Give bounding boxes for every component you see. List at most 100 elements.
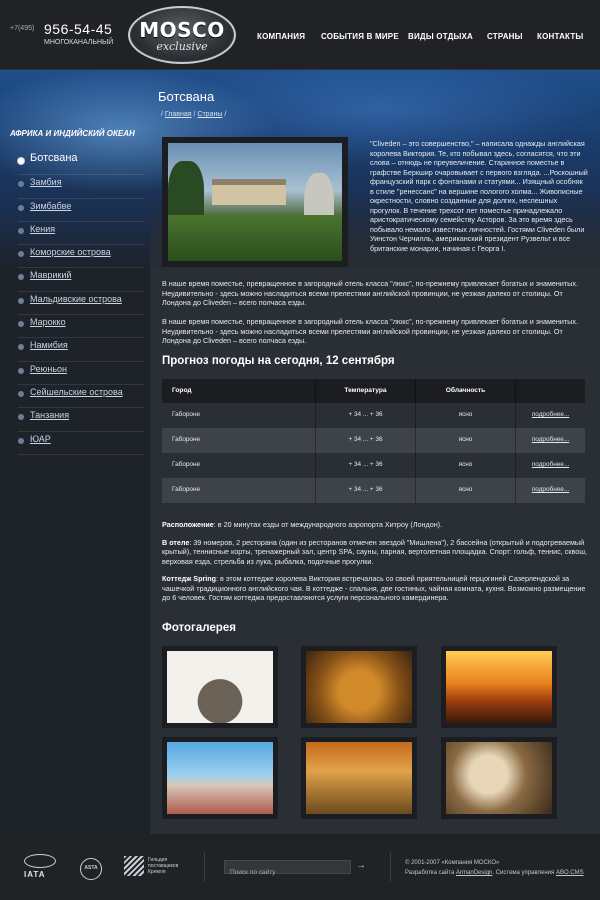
gallery-item-giraffes[interactable]	[441, 646, 557, 728]
iata-logo[interactable]: IATA	[24, 854, 56, 879]
page-title: Ботсвана	[158, 89, 215, 104]
cell-clouds: ясно	[415, 428, 515, 453]
details-link[interactable]: подробнее...	[532, 436, 569, 443]
sidebar-item-label: Сейшельские острова	[30, 386, 123, 397]
table-row: Габороне + 34 ... + 36 ясно подробнее...	[162, 453, 585, 478]
sidebar-item-reunion[interactable]: Реюньон	[18, 362, 144, 385]
iata-text: IATA	[24, 870, 46, 879]
breadcrumb-countries[interactable]: Страны	[197, 111, 222, 118]
photo-lawn	[168, 215, 342, 261]
gallery-image	[306, 651, 412, 723]
cell-clouds: ясно	[415, 453, 515, 478]
gallery-image	[167, 651, 273, 723]
gallery-item-lion[interactable]	[301, 646, 417, 728]
gallery-image	[446, 742, 552, 814]
cell-city: Габороне	[172, 436, 201, 443]
hotel-text: : 39 номеров, 2 ресторана (один из ресто…	[162, 537, 587, 566]
sidebar-item-morocco[interactable]: Марокко	[18, 315, 144, 339]
bullet-icon	[18, 227, 24, 234]
sidebar-item-seychelles[interactable]: Сейшельские острова	[18, 385, 144, 409]
paragraph-2: В наше время поместье, превращенное в за…	[162, 317, 578, 345]
sidebar-item-zimbabwe[interactable]: Зимбабве	[18, 199, 144, 222]
details-link[interactable]: подробнее...	[532, 411, 569, 418]
nav-vacation-types[interactable]: ВИДЫ ОТДЫХА	[408, 32, 473, 41]
cell-temp: + 34 ... + 36	[315, 453, 415, 478]
paragraph-1: В наше время поместье, превращенное в за…	[162, 279, 578, 307]
sidebar-item-label: Коморские острова	[30, 247, 111, 258]
cell-city: Габороне	[172, 411, 201, 418]
sidebar-item-zambia[interactable]: Замбия	[18, 175, 144, 199]
bullet-icon	[18, 158, 24, 164]
search-input[interactable]	[225, 866, 350, 879]
sidebar-country-list: Ботсвана Замбия Зимбабве Кения Коморские…	[18, 152, 144, 455]
sidebar-item-label: Замбия	[30, 177, 62, 188]
cottage-label: Коттедж Spring	[162, 574, 217, 583]
bullet-icon	[18, 204, 24, 211]
cell-clouds: ясно	[415, 403, 515, 428]
asta-logo[interactable]: ASTA	[80, 858, 102, 880]
sidebar-item-label: Кения	[30, 223, 56, 234]
phone-note: МНОГОКАНАЛЬНЫЙ	[44, 39, 114, 46]
developer-line: Разработка сайта ArmanDesign. Система уп…	[405, 868, 584, 878]
nav-contacts[interactable]: КОНТАКТЫ	[537, 32, 583, 41]
cms-link[interactable]: ABO.CMS	[556, 870, 584, 876]
bullet-icon	[18, 437, 24, 444]
sidebar-item-south-africa[interactable]: ЮАР	[18, 432, 144, 455]
intro-text: "Cliveden – это совершенство," – написал…	[370, 139, 588, 253]
hotel-paragraph: В отеле: 39 номеров, 2 ресторана (один и…	[162, 538, 592, 567]
site-header: +7(495) 956-54-45 МНОГОКАНАЛЬНЫЙ MOSCO e…	[0, 0, 600, 70]
cell-temp: + 34 ... + 36	[315, 403, 415, 428]
cms-prefix: . Система управления	[492, 870, 555, 876]
bullet-icon	[18, 321, 24, 328]
nav-world-events[interactable]: СОБЫТИЯ В МИРЕ	[321, 32, 399, 41]
copyright-text: © 2001-2007 «Компания МОСКО»	[405, 860, 500, 866]
sidebar-item-mauritius[interactable]: Маврикий	[18, 268, 144, 292]
breadcrumb-home[interactable]: Главная	[165, 111, 192, 118]
sidebar-item-label: Ботсвана	[30, 152, 78, 164]
breadcrumb-separator: /	[224, 111, 227, 118]
details-link[interactable]: подробнее...	[532, 461, 569, 468]
gallery-item-rhino[interactable]	[162, 737, 278, 819]
details-link[interactable]: подробнее...	[532, 486, 569, 493]
sidebar-item-maldives[interactable]: Мальдивские острова	[18, 292, 144, 316]
hotel-photo[interactable]	[168, 143, 342, 261]
breadcrumb: / Главная / Страны /	[161, 111, 226, 118]
sidebar-item-label: Зимбабве	[30, 200, 72, 211]
hotel-label: В отеле	[162, 537, 190, 547]
gallery-item-leopards[interactable]	[301, 737, 417, 819]
cell-temp: + 34 ... + 36	[315, 428, 415, 453]
sidebar-item-namibia[interactable]: Намибия	[18, 338, 144, 362]
kremlin-guild-icon	[124, 856, 144, 876]
cell-link-wrap: подробнее...	[515, 478, 585, 503]
sidebar-item-label: Марокко	[30, 317, 66, 328]
cell-city: Габороне	[172, 461, 201, 468]
globe-icon	[24, 854, 56, 868]
col-clouds: Облачность	[415, 379, 515, 403]
nav-countries[interactable]: СТРАНЫ	[487, 32, 523, 41]
sidebar-item-tanzania[interactable]: Танзания	[18, 408, 144, 432]
cell-city: Габороне	[172, 486, 201, 493]
photo-mansion	[212, 179, 286, 205]
col-link	[515, 379, 585, 403]
table-row: Габороне + 34 ... + 36 ясно подробнее...	[162, 428, 585, 453]
gallery-item-elephants[interactable]	[162, 646, 278, 728]
cottage-text: : в этом коттедже королева Виктория встр…	[162, 574, 586, 602]
search-submit-arrow-icon[interactable]: →	[356, 860, 366, 871]
hotel-photo-frame	[162, 137, 348, 267]
developer-link[interactable]: ArmanDesign	[456, 870, 492, 876]
site-logo[interactable]: MOSCO exclusive	[128, 6, 236, 64]
cottage-paragraph: Коттедж Spring: в этом коттедже королева…	[162, 574, 592, 603]
bullet-icon	[18, 344, 24, 351]
gallery-item-cubs[interactable]	[441, 737, 557, 819]
dev-prefix: Разработка сайта	[405, 870, 455, 876]
col-temp: Температура	[315, 379, 415, 403]
breadcrumb-separator: /	[193, 111, 196, 118]
nav-company[interactable]: КОМПАНИЯ	[257, 32, 305, 41]
sidebar-title: АФРИКА И ИНДИЙСКИЙ ОКЕАН	[10, 129, 135, 138]
sidebar-item-kenya[interactable]: Кения	[18, 222, 144, 246]
main-content: Ботсвана / Главная / Страны / "Cliveden …	[150, 70, 600, 834]
sidebar-item-botswana[interactable]: Ботсвана	[18, 152, 144, 176]
bullet-icon	[18, 367, 24, 374]
sidebar-item-comoros[interactable]: Коморские острова	[18, 245, 144, 269]
sidebar-item-label: Мальдивские острова	[30, 293, 122, 304]
